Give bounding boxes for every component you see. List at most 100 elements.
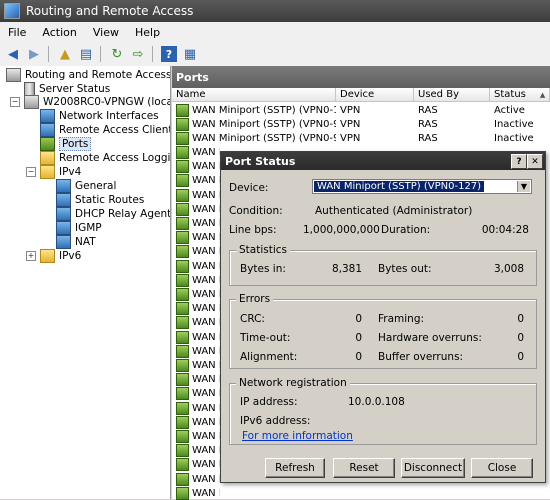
tree-item-label: General xyxy=(75,180,117,192)
tree-item-general[interactable]: General xyxy=(56,179,116,193)
back-arrow-icon[interactable]: ◀ xyxy=(5,46,21,62)
expand-ipv6-toggle[interactable]: + xyxy=(26,251,36,261)
table-row[interactable]: WAN Miniport (SSTP) (VPN0-99) VPN RAS In… xyxy=(172,117,550,131)
port-icon xyxy=(176,457,189,471)
network-registration-group-title: Network registration xyxy=(236,377,350,389)
up-folder-icon[interactable]: ▲ xyxy=(57,46,73,62)
tree-item-network-interfaces[interactable]: Network Interfaces xyxy=(40,109,159,123)
port-icon xyxy=(176,386,189,400)
port-icon xyxy=(176,131,189,145)
window-title-bar: Routing and Remote Access xyxy=(0,0,550,22)
tree-item-ipv6[interactable]: IPv6 xyxy=(40,249,81,263)
port-icon xyxy=(176,145,189,159)
tree-item-static-routes[interactable]: Static Routes xyxy=(56,193,144,207)
refresh-button[interactable]: Refresh xyxy=(265,458,325,478)
igmp-icon xyxy=(56,221,71,235)
menu-view[interactable]: View xyxy=(85,26,127,39)
errors-group-title: Errors xyxy=(236,293,274,305)
tree-item-label: Routing and Remote Access xyxy=(25,69,171,81)
timeout-value: 0 xyxy=(355,332,362,344)
more-information-link[interactable]: For more information xyxy=(242,430,353,442)
close-button[interactable]: Close xyxy=(471,458,533,478)
menu-help[interactable]: Help xyxy=(127,26,168,39)
port-name: WAN M xyxy=(192,345,220,357)
ip-address-label: IP address: xyxy=(240,396,298,408)
port-icon xyxy=(176,415,189,429)
port-icon xyxy=(176,103,189,117)
port-icon xyxy=(176,429,189,443)
export-list-icon[interactable]: ⇨ xyxy=(130,46,146,62)
hardware-overruns-label: Hardware overruns: xyxy=(378,332,482,344)
port-name: WAN Miniport (SSTP) (VPN0-127) xyxy=(192,104,336,116)
forward-arrow-icon[interactable]: ▶ xyxy=(26,46,42,62)
tree-item-ipv4[interactable]: IPv4 xyxy=(40,165,81,179)
column-header-used-by[interactable]: Used By xyxy=(414,88,490,102)
dialog-help-icon[interactable]: ? xyxy=(511,154,527,169)
menu-file[interactable]: File xyxy=(0,26,34,39)
port-name: WAN M xyxy=(192,288,220,300)
refresh-icon[interactable]: ↻ xyxy=(109,46,125,62)
tree-item-server-status[interactable]: Server Status xyxy=(24,82,110,96)
table-row[interactable]: WAN Miniport (SSTP) (VPN0-127) VPN RAS A… xyxy=(172,103,550,117)
tree-item-remote-access-clients[interactable]: Remote Access Clients (1) xyxy=(40,123,170,137)
port-name: WAN M xyxy=(192,189,220,201)
port-icon xyxy=(176,401,189,415)
disconnect-button[interactable]: Disconnect xyxy=(401,458,465,478)
port-name: WAN M xyxy=(192,203,220,215)
server-node-icon xyxy=(24,95,39,109)
tree-item-ports[interactable]: Ports xyxy=(40,137,92,151)
nat-icon xyxy=(56,235,71,249)
tree-item-igmp[interactable]: IGMP xyxy=(56,221,102,235)
port-icon xyxy=(176,117,189,131)
errors-group: Errors CRC: 0 Framing: 0 Time-out: 0 Har… xyxy=(229,293,537,369)
reset-button[interactable]: Reset xyxy=(333,458,395,478)
network-interfaces-icon xyxy=(40,109,55,123)
menu-action[interactable]: Action xyxy=(34,26,84,39)
column-header-status[interactable]: Status ▲ xyxy=(490,88,550,102)
device-select[interactable]: WAN Miniport (SSTP) (VPN0-127) ▼ xyxy=(312,179,532,194)
folder-icon xyxy=(40,165,55,179)
tree-item-remote-access-logging[interactable]: Remote Access Logging & P xyxy=(40,151,171,165)
window-title: Routing and Remote Access xyxy=(26,4,194,18)
collapse-server-toggle[interactable]: − xyxy=(10,97,20,107)
collapse-ipv4-toggle[interactable]: − xyxy=(26,167,36,177)
toolbar-separator xyxy=(48,46,49,62)
menu-bar: File Action View Help xyxy=(0,22,550,43)
port-icon xyxy=(176,372,189,386)
app-icon xyxy=(4,3,20,19)
chevron-down-icon[interactable]: ▼ xyxy=(517,181,530,192)
port-name: WAN M xyxy=(192,430,220,442)
dialog-close-icon[interactable]: ✕ xyxy=(527,154,543,169)
help-icon[interactable]: ? xyxy=(161,46,177,62)
table-row[interactable]: WAN Miniport (SSTP) (VPN0-98) VPN RAS In… xyxy=(172,131,550,145)
dhcp-relay-icon xyxy=(56,207,71,221)
dialog-title-bar: Port Status xyxy=(221,152,545,170)
tree-item-server[interactable]: W2008RC0-VPNGW (local) xyxy=(24,95,170,109)
column-header-device[interactable]: Device xyxy=(336,88,414,102)
show-hide-tree-icon[interactable]: ▤ xyxy=(78,46,94,62)
port-used-by: RAS xyxy=(418,104,438,116)
tree-item-label: IPv6 xyxy=(59,250,82,262)
port-name: WAN M xyxy=(192,473,220,485)
port-icon xyxy=(176,259,189,273)
tree-item-label: Remote Access Logging & P xyxy=(59,152,171,164)
port-name: WAN Miniport (SSTP) (VPN0-99) xyxy=(192,118,336,130)
tree-item-label: IGMP xyxy=(75,222,102,234)
ports-icon xyxy=(40,137,55,151)
tree-item-label: Remote Access Clients (1) xyxy=(59,124,170,136)
tree-item-label: Ports xyxy=(59,137,92,151)
port-icon xyxy=(176,472,189,486)
port-icon xyxy=(176,188,189,202)
tree-item-nat[interactable]: NAT xyxy=(56,235,96,249)
tree-item-root[interactable]: Routing and Remote Access xyxy=(6,68,171,82)
port-name: WAN M xyxy=(192,416,220,428)
port-status: Active xyxy=(494,104,525,116)
tree-item-dhcp-relay-agent[interactable]: DHCP Relay Agent xyxy=(56,207,170,221)
clients-icon xyxy=(40,123,55,137)
table-row[interactable]: WAN M xyxy=(172,486,550,500)
port-name: WAN M xyxy=(192,331,220,343)
port-name: WAN M xyxy=(192,487,220,499)
port-icon xyxy=(176,173,189,187)
column-header-name[interactable]: Name xyxy=(172,88,336,102)
properties-icon[interactable]: ▦ xyxy=(182,46,198,62)
